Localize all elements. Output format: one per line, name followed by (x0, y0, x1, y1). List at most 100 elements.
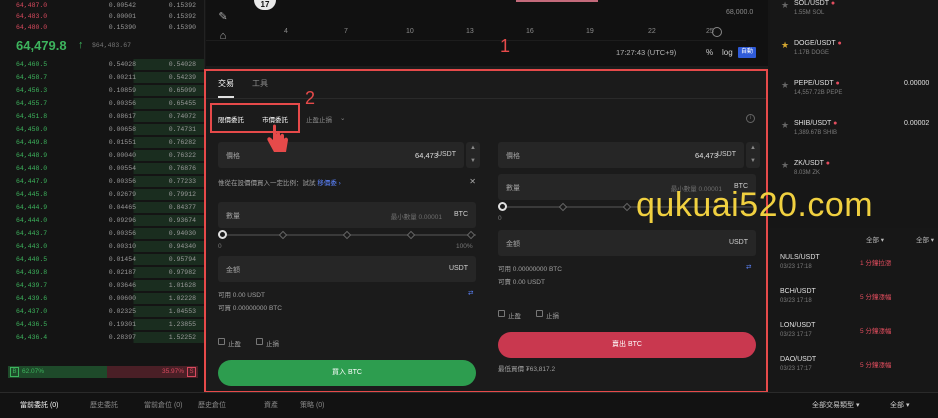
hint-link[interactable]: 移價委 (317, 180, 337, 187)
slider-step[interactable] (466, 230, 476, 240)
slider-step[interactable] (558, 202, 568, 212)
bid-row[interactable]: 64,437.0 0.02325 1.04553 (0, 306, 204, 317)
ask-row[interactable]: 64,483.0 0.00001 0.15392 (0, 11, 204, 22)
bid-row[interactable]: 64,444.0 0.09296 0.93674 (0, 215, 204, 226)
buy-tp-checkbox[interactable] (218, 338, 225, 345)
bid-row[interactable]: 64,460.5 0.54028 0.54028 (0, 59, 204, 70)
bottom-tab[interactable]: 當前委託 (0) (20, 400, 59, 410)
bottom-tab[interactable]: 歷史委託 (90, 400, 118, 410)
alert-row[interactable]: BCH/USDT 03/23 17:18 5 分鐘漲幅 (770, 288, 938, 314)
bid-row[interactable]: 64,448.0 0.00554 0.76876 (0, 163, 204, 174)
star-icon[interactable]: ★ (781, 0, 789, 11)
info-icon[interactable]: i (746, 114, 755, 123)
bid-row[interactable]: 64,439.8 0.02187 0.97982 (0, 267, 204, 278)
buy-slider[interactable] (218, 230, 476, 240)
star-icon[interactable]: ★ (781, 80, 789, 91)
buy-qty-unit: BTC (454, 211, 468, 218)
bid-row[interactable]: 64,450.0 0.00658 0.74731 (0, 124, 204, 135)
ask-row[interactable]: 64,480.0 0.15390 0.15390 (0, 22, 204, 33)
alert-row[interactable]: NULS/USDT 03/23 17:18 1 分鐘拉漲 (770, 254, 938, 280)
alert-row[interactable]: LON/USDT 03/23 17:17 5 分鐘漲幅 (770, 322, 938, 348)
bottom-tab[interactable]: 資產 (264, 400, 278, 410)
price-cell: 64,449.8 (16, 139, 48, 146)
slider-step[interactable] (342, 230, 352, 240)
buy-qty-field[interactable]: 數量 最小數量 0.00001 BTC (218, 202, 476, 228)
bid-row[interactable]: 64,456.3 0.10859 0.65099 (0, 85, 204, 96)
brush-icon[interactable]: ✎ (216, 10, 230, 24)
tab-market-order[interactable]: 市價委託 (262, 114, 288, 124)
tab-limit-order[interactable]: 限價委託 (218, 114, 244, 124)
auto-toggle[interactable]: 自動 (738, 47, 756, 58)
bid-row[interactable]: 64,444.9 0.04465 0.84377 (0, 202, 204, 213)
market-row[interactable]: ★ DOGE/USDT ● 1.17B DOGE (770, 40, 938, 78)
bid-row[interactable]: 64,445.8 0.02679 0.79912 (0, 189, 204, 200)
ask-row[interactable]: 64,487.0 0.00542 0.15392 (0, 0, 204, 11)
lock-icon[interactable]: ⌂ (216, 30, 230, 44)
alert-change: 5 分鐘漲幅 (860, 294, 892, 301)
buy-price-field[interactable]: 價格 64,473 USDT (218, 142, 464, 168)
percent-toggle[interactable]: % (706, 48, 713, 57)
chart-area[interactable]: ✎ ⌂ 17 4 7 10 13 16 19 22 25 68,000.0 17:27:43 … (206, 0, 768, 66)
star-icon[interactable]: ★ (781, 40, 789, 51)
sell-price-field[interactable]: 價格 64,473 USDT (498, 142, 744, 168)
sell-sl-checkbox[interactable] (536, 310, 543, 317)
sell-ratio: 35.97% (106, 366, 198, 378)
star-icon[interactable]: ★ (781, 160, 789, 171)
alert-filter[interactable]: 全部 ▾ (866, 234, 884, 244)
sell-tp-checkbox[interactable] (498, 310, 505, 317)
slider-step[interactable] (622, 202, 632, 212)
bid-row[interactable]: 64,458.7 0.00211 0.54239 (0, 72, 204, 83)
bid-row[interactable]: 64,451.8 0.08617 0.74072 (0, 111, 204, 122)
bottom-tab[interactable]: 當前倉位 (0) (144, 400, 183, 410)
bottom-tab[interactable]: 歷史倉位 (198, 400, 226, 410)
sell-button[interactable]: 賣出 BTC (498, 332, 756, 358)
amount-cell: 0.00658 (108, 126, 136, 133)
order-type-select[interactable]: 全部交易類型 ▾ (812, 400, 859, 410)
slider-step[interactable] (278, 230, 288, 240)
close-icon[interactable]: ✕ (469, 177, 476, 186)
buy-sl-checkbox[interactable] (256, 338, 263, 345)
bid-row[interactable]: 64,443.0 0.00310 0.94340 (0, 241, 204, 252)
bid-row[interactable]: 64,443.7 0.00356 0.94030 (0, 228, 204, 239)
bid-row[interactable]: 64,449.8 0.01551 0.76282 (0, 137, 204, 148)
sell-qty-label: 數量 (506, 185, 520, 192)
sell-amount-field[interactable]: 金額 USDT (498, 230, 756, 256)
slider-step[interactable] (406, 230, 416, 240)
bid-row[interactable]: 64,436.5 0.19301 1.23855 (0, 319, 204, 330)
order-filter-select[interactable]: 全部 ▾ (890, 400, 909, 410)
bid-row[interactable]: 64,447.9 0.00356 0.77233 (0, 176, 204, 187)
transfer-icon[interactable]: ⇄ (468, 289, 473, 297)
slider-knob[interactable] (498, 202, 507, 211)
tab-trade[interactable]: 交易 (218, 78, 234, 89)
alert-row[interactable]: DAO/USDT 03/23 17:17 5 分鐘漲幅 (770, 356, 938, 382)
bid-row[interactable]: 64,436.4 0.28397 1.52252 (0, 332, 204, 343)
price-cell: 64,483.0 (16, 13, 48, 20)
alert-filter-2[interactable]: 全部 ▾ (916, 234, 934, 244)
tab-tools[interactable]: 工具 (252, 78, 268, 89)
buy-qty-label: 數量 (226, 213, 240, 220)
slider-knob[interactable] (218, 230, 227, 239)
total-cell: 0.15392 (168, 2, 196, 9)
market-row[interactable]: ★ PEPE/USDT ● 14,557.72B PEPE 0.00000 (770, 80, 938, 118)
sell-price-stepper[interactable]: ▲ ▼ (746, 142, 760, 168)
bid-row[interactable]: 64,448.9 0.00040 0.76322 (0, 150, 204, 161)
gear-icon[interactable] (712, 27, 722, 37)
bid-row[interactable]: 64,439.6 0.00600 1.02228 (0, 293, 204, 304)
total-cell: 0.15390 (168, 24, 196, 31)
bid-row[interactable]: 64,440.5 0.01454 0.95794 (0, 254, 204, 265)
tab-tp-sl[interactable]: 止盈止損 (306, 114, 332, 124)
chevron-down-icon[interactable]: ⌄ (340, 114, 345, 122)
bid-row[interactable]: 64,455.7 0.00356 0.65455 (0, 98, 204, 109)
market-row[interactable]: ★ SOL/USDT ● 1.55M SOL (770, 0, 938, 38)
chevron-right-icon[interactable]: › (339, 180, 341, 187)
buy-button[interactable]: 買入 BTC (218, 360, 476, 386)
market-row[interactable]: ★ SHIB/USDT ● 1,389.67B SHIB 0.00002 (770, 120, 938, 158)
bid-row[interactable]: 64,439.7 0.03646 1.01628 (0, 280, 204, 291)
alert-time: 03/23 17:17 (780, 366, 812, 372)
star-icon[interactable]: ★ (781, 120, 789, 131)
buy-price-stepper[interactable]: ▲ ▼ (466, 142, 480, 168)
log-toggle[interactable]: log (722, 48, 733, 57)
bottom-tab[interactable]: 策略 (0) (300, 400, 325, 410)
transfer-icon[interactable]: ⇄ (746, 263, 751, 271)
buy-amount-field[interactable]: 金額 USDT (218, 256, 476, 282)
